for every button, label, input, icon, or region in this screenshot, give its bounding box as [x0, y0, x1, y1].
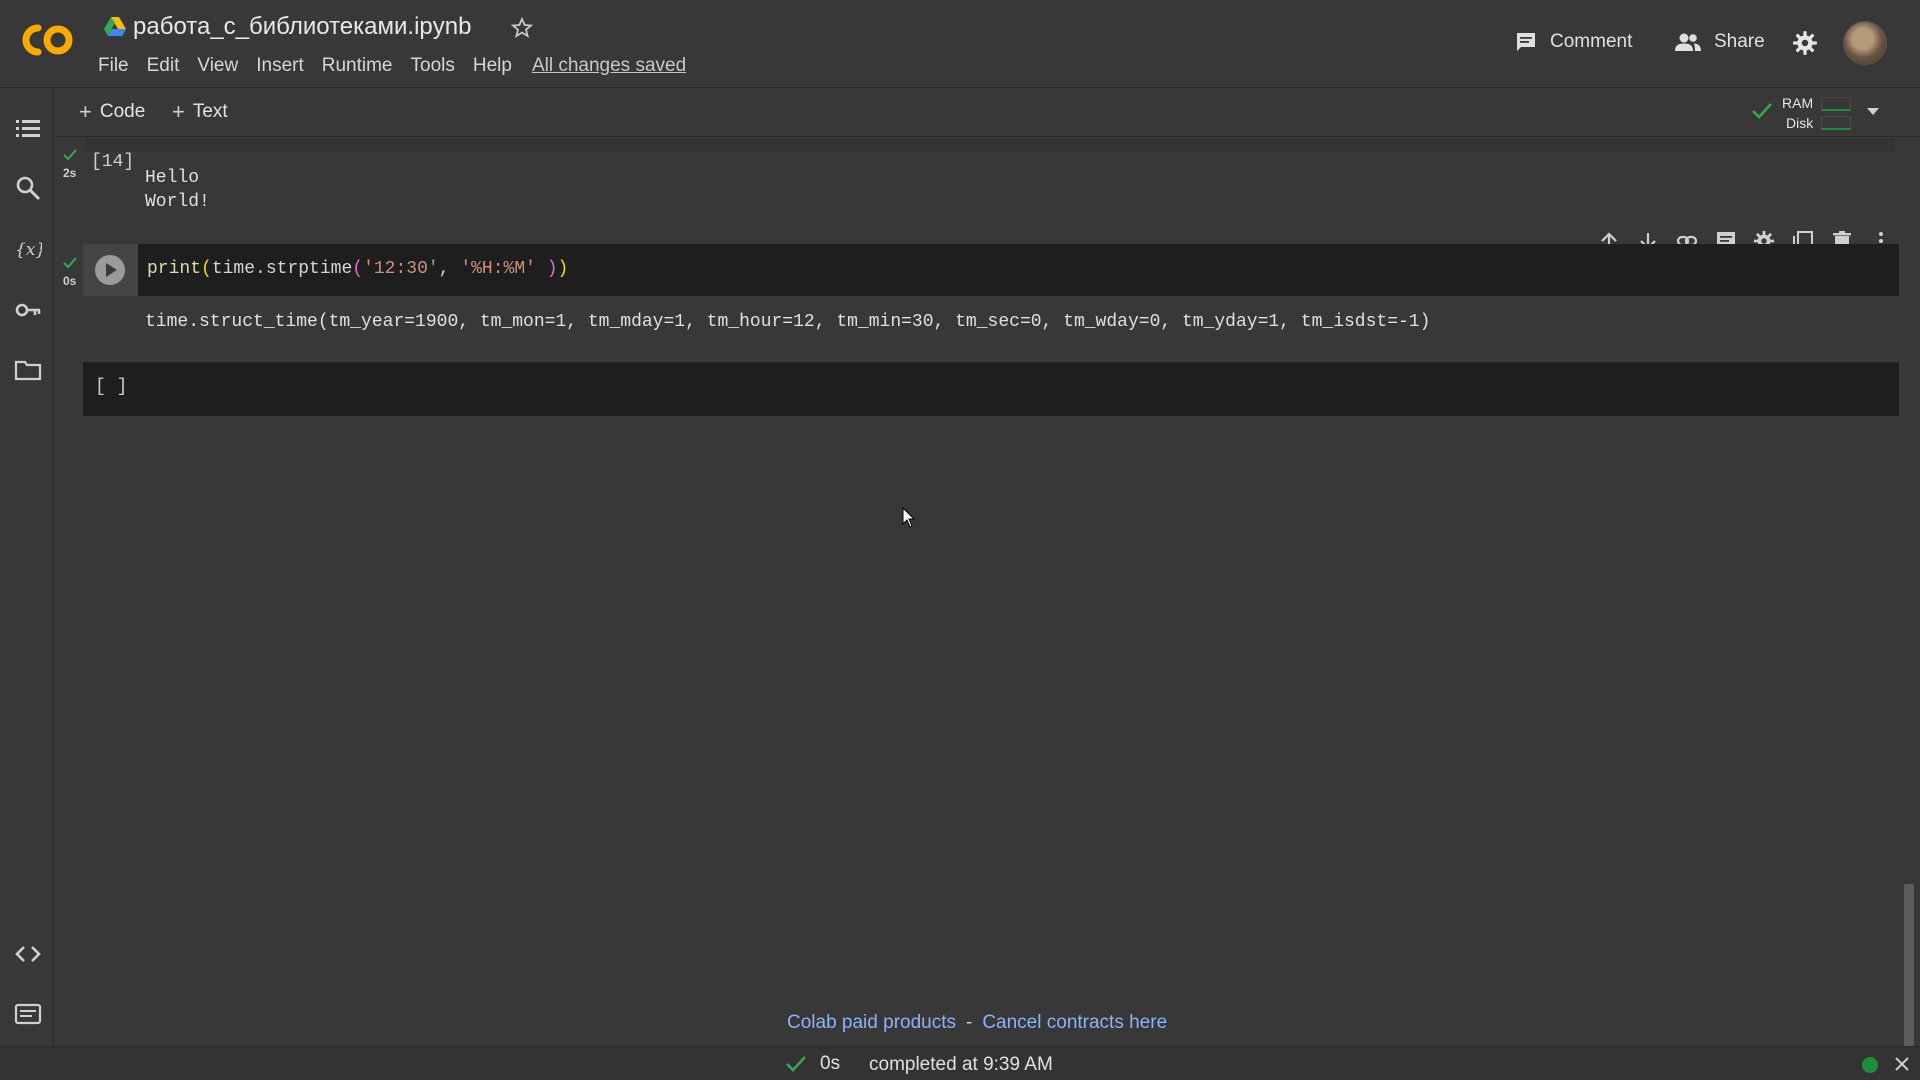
top-bar: работа_с_библиотеками.ipynb File Edit Vi…: [0, 0, 1920, 88]
code-token: ): [535, 259, 558, 279]
menu-insert[interactable]: Insert: [256, 55, 304, 77]
share-people-icon: [1675, 33, 1701, 51]
footer-separator: -: [966, 1012, 973, 1033]
code-token: print: [147, 259, 202, 279]
code-token: '12:30': [363, 259, 439, 279]
folder-icon[interactable]: [14, 356, 42, 384]
connection-status-icon: [1862, 1057, 1878, 1073]
menu-file[interactable]: File: [98, 55, 129, 77]
code-cell[interactable]: print(time.strptime('12:30', '%H:%M' )): [83, 244, 1899, 296]
exec-count: [14]: [91, 152, 135, 172]
svg-text:{x}: {x}: [15, 240, 42, 260]
save-status[interactable]: All changes saved: [532, 55, 686, 77]
menu-help[interactable]: Help: [473, 55, 512, 77]
plus-icon: +: [172, 99, 185, 124]
plus-icon: +: [79, 99, 92, 124]
menu-edit[interactable]: Edit: [147, 55, 180, 77]
scrollbar[interactable]: [1904, 884, 1914, 1046]
exec-count[interactable]: [ ]: [95, 377, 127, 397]
comment-button[interactable]: Comment: [1514, 30, 1632, 54]
key-icon[interactable]: [14, 296, 42, 324]
code-token: '%H:%M': [460, 259, 536, 279]
cell-1-top-edge: [85, 138, 1895, 152]
cancel-contracts-link[interactable]: Cancel contracts here: [982, 1012, 1167, 1034]
run-icon: [106, 263, 117, 277]
notebook-title[interactable]: работа_с_библиотеками.ipynb: [133, 13, 471, 41]
search-icon[interactable]: [14, 174, 42, 202]
code-token: (: [352, 259, 364, 279]
add-code-label: Code: [99, 101, 146, 122]
cell-output: time.struct_time(tm_year=1900, tm_mon=1,…: [83, 298, 1899, 354]
co-logo[interactable]: [18, 20, 76, 60]
share-label: Share: [1714, 31, 1765, 52]
exec-time: 2s: [63, 166, 77, 180]
avatar[interactable]: [1843, 21, 1887, 65]
menu-view[interactable]: View: [197, 55, 238, 77]
gear-icon[interactable]: [1792, 30, 1818, 56]
code-token: ,: [438, 259, 461, 279]
add-text-button[interactable]: + Text: [172, 101, 228, 123]
disk-label[interactable]: Disk: [1786, 115, 1813, 131]
code-snippets-icon[interactable]: [14, 940, 42, 968]
check-icon: [1752, 103, 1772, 119]
paid-products-link[interactable]: Colab paid products: [787, 1012, 956, 1034]
mouse-cursor-icon: [902, 507, 916, 528]
add-text-label: Text: [192, 101, 228, 122]
left-sidebar: {x}: [0, 88, 54, 1046]
ram-label[interactable]: RAM: [1782, 95, 1813, 111]
toc-icon[interactable]: [14, 114, 42, 142]
code-token: ): [557, 259, 569, 279]
output-line: World!: [145, 192, 210, 212]
footer-links: Colab paid products - Cancel contracts h…: [787, 1012, 1167, 1034]
code-token: (: [201, 259, 212, 279]
output-line: time.struct_time(tm_year=1900, tm_mon=1,…: [145, 312, 1431, 332]
run-button[interactable]: [95, 255, 125, 285]
code-token: time.strptime: [211, 259, 353, 279]
exec-time: 0s: [63, 274, 77, 288]
menu-runtime[interactable]: Runtime: [322, 55, 393, 77]
variables-icon[interactable]: {x}: [14, 234, 42, 262]
check-icon: [63, 257, 77, 269]
add-code-button[interactable]: + Code: [79, 101, 145, 123]
terminal-icon[interactable]: [14, 1000, 42, 1028]
notebook-toolbar: + Code + Text RAM Disk: [55, 89, 1920, 137]
star-icon[interactable]: [510, 16, 534, 40]
empty-code-cell[interactable]: [ ]: [83, 362, 1899, 416]
completion-status[interactable]: completed at 9:39 AM: [869, 1054, 1053, 1076]
comment-label: Comment: [1550, 31, 1633, 52]
check-icon: [63, 149, 77, 161]
status-bar: 0s completed at 9:39 AM: [0, 1046, 1920, 1080]
comment-icon: [1517, 33, 1535, 51]
drive-icon: [104, 17, 126, 36]
menu-tools[interactable]: Tools: [411, 55, 455, 77]
chevron-down-icon[interactable]: [1865, 105, 1881, 117]
run-gutter: [83, 244, 138, 296]
code-editor[interactable]: print(time.strptime('12:30', '%H:%M' )): [147, 259, 568, 279]
execution-duration: 0s: [820, 1053, 841, 1074]
share-button[interactable]: Share: [1674, 30, 1765, 54]
menu-bar: File Edit View Insert Runtime Tools Help…: [98, 55, 704, 77]
disk-meter[interactable]: [1821, 116, 1851, 130]
ram-meter[interactable]: [1821, 97, 1851, 111]
notebook-area: 2s [14] Hello World! 0s print(time.strpt…: [55, 138, 1920, 1046]
output-line: Hello: [145, 168, 200, 188]
close-icon[interactable]: [1894, 1056, 1910, 1072]
check-icon: [786, 1056, 806, 1072]
